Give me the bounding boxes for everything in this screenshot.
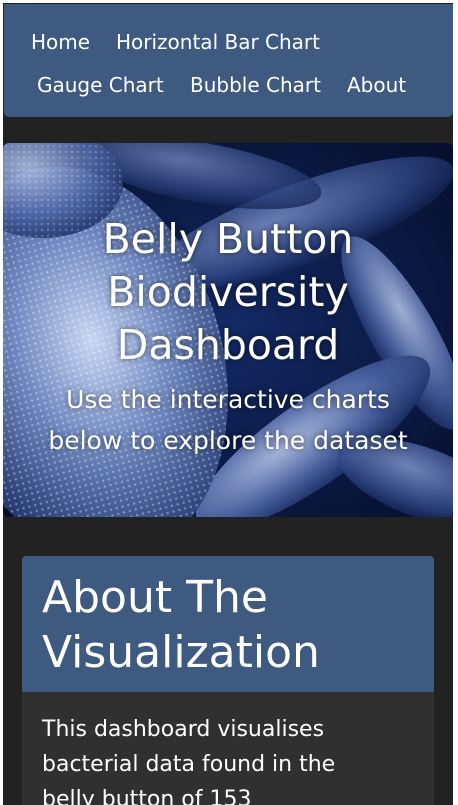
hero-title: Belly Button Biodiversity Dashboard (3, 213, 453, 372)
page: Home Horizontal Bar Chart Gauge Chart Bu… (3, 3, 453, 805)
hero-title-line: Belly Button (102, 215, 354, 263)
nav-link-bubble-chart[interactable]: Bubble Chart (190, 73, 321, 97)
hero-banner: Belly Button Biodiversity Dashboard Use … (3, 143, 453, 517)
about-card-body: This dashboard visualises bacterial data… (42, 712, 417, 805)
nav-link-gauge-chart[interactable]: Gauge Chart (37, 73, 164, 97)
hero-subtitle: Use the interactive charts below to expl… (3, 379, 453, 461)
hero-subtitle-line: below to explore the dataset (48, 426, 408, 455)
about-card: About The Visualization This dashboard v… (22, 556, 434, 805)
about-card-title: About The Visualization (42, 570, 422, 680)
nav-link-about[interactable]: About (347, 73, 406, 97)
navbar: Home Horizontal Bar Chart Gauge Chart Bu… (4, 4, 453, 117)
about-body-line: This dashboard visualises (42, 717, 325, 742)
about-card-header: About The Visualization (22, 556, 434, 692)
about-body-line: belly button of 153 (42, 787, 252, 805)
hero-title-line: Dashboard (116, 321, 340, 369)
about-title-line: Visualization (42, 627, 320, 678)
nav-link-horizontal-bar-chart[interactable]: Horizontal Bar Chart (116, 30, 320, 54)
about-title-line: About The (42, 572, 268, 623)
hero-subtitle-line: Use the interactive charts (66, 385, 390, 414)
hero-title-line: Biodiversity (107, 268, 349, 316)
nav-link-home[interactable]: Home (31, 30, 90, 54)
about-body-line: bacterial data found in the (42, 752, 336, 777)
